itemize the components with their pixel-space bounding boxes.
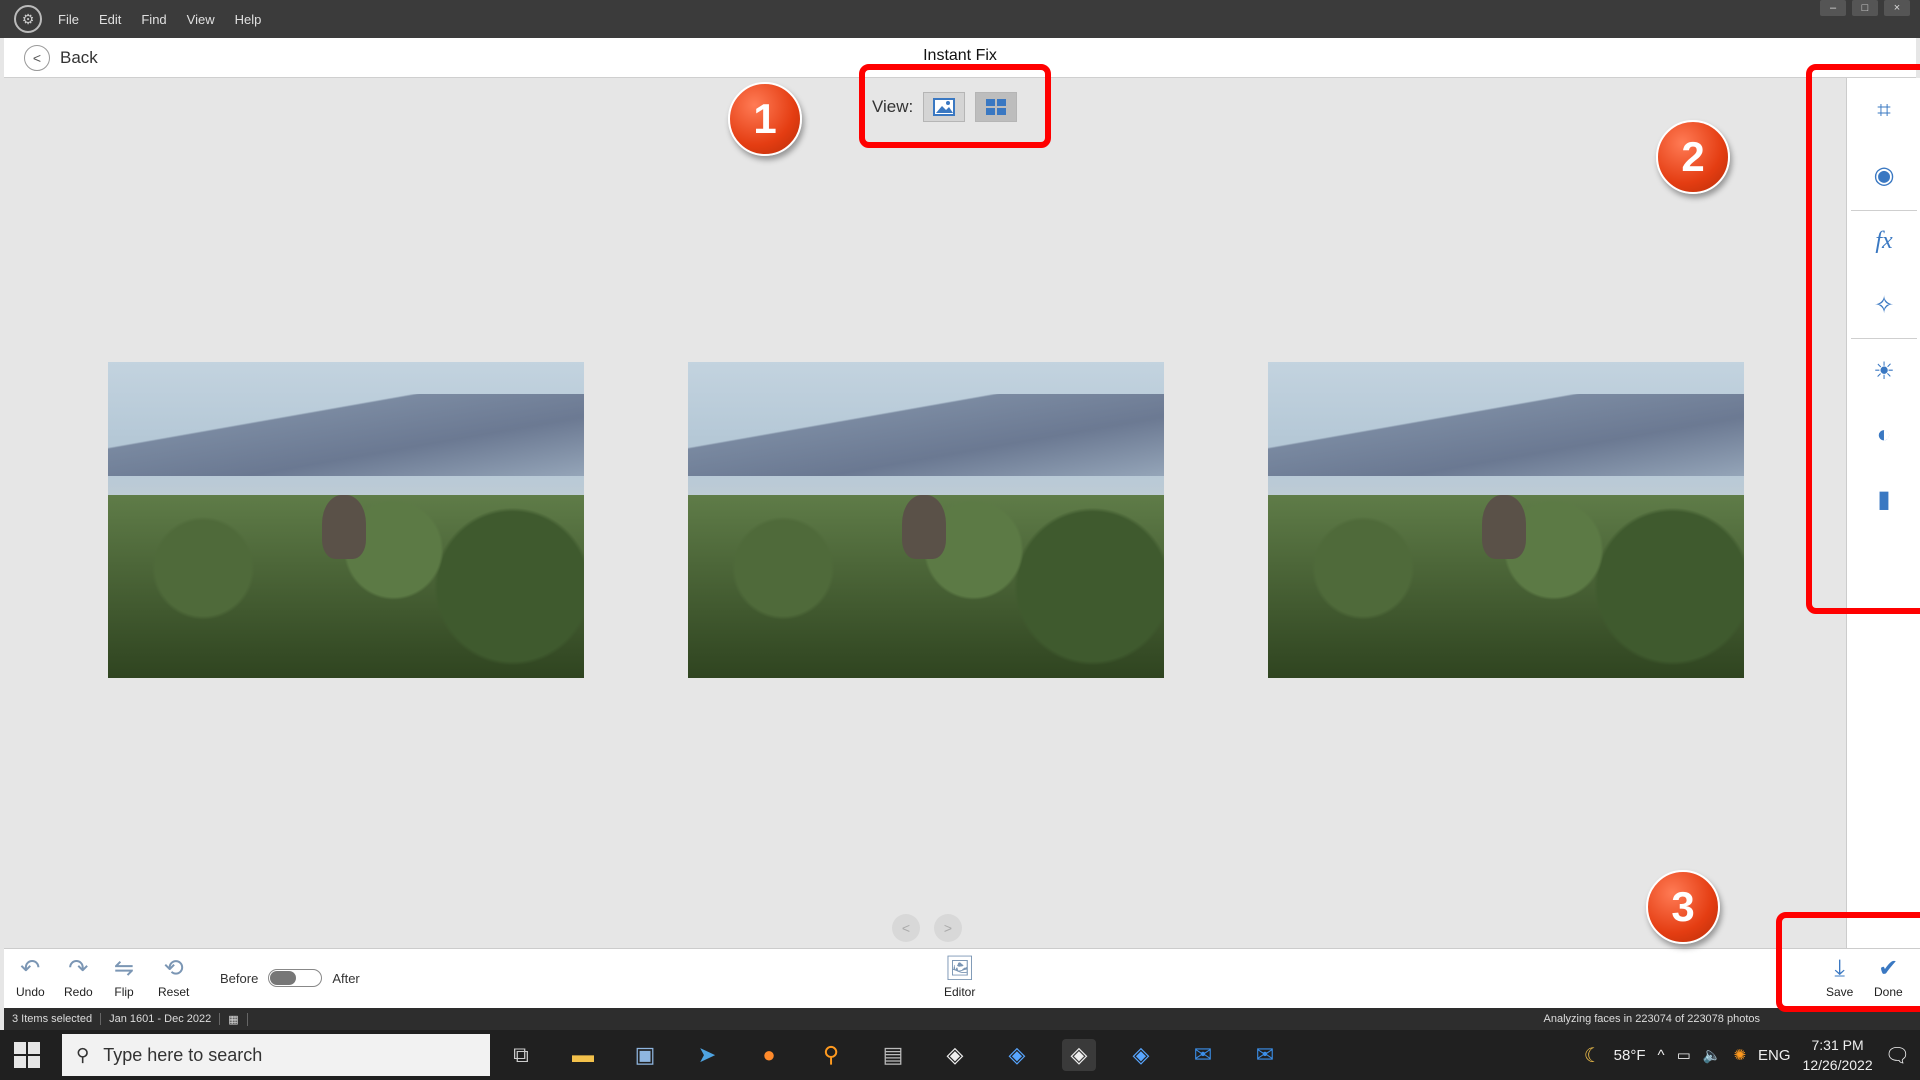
toggle-knob (270, 971, 297, 985)
minimize-button[interactable]: – (1820, 0, 1846, 16)
clock-date: 12/26/2022 (1802, 1057, 1873, 1073)
title-bar: ⚙ File Edit Find View Help – □ × (0, 0, 1920, 38)
photos-app-icon[interactable]: ▣ (628, 1039, 662, 1071)
elements-editor-icon[interactable]: ◈ (1000, 1039, 1034, 1071)
next-page-button[interactable]: > (934, 914, 962, 942)
date-range[interactable]: Jan 1601 - Dec 2022 (101, 1013, 221, 1025)
reset-label: Reset (158, 985, 190, 999)
language-indicator[interactable]: ENG (1758, 1047, 1791, 1064)
reset-icon: ⟲ (163, 955, 184, 982)
system-tray: ☾ 58°F ^ ▭ 🔈 ✺ ENG 7:31 PM 12/26/2022 🗨 (1584, 1030, 1910, 1080)
photo-animal (902, 494, 947, 559)
menu-help[interactable]: Help (235, 12, 262, 27)
photo-1[interactable] (108, 362, 584, 678)
callout-3: 3 (1646, 870, 1720, 944)
flip-icon: ⇋ (114, 955, 135, 982)
sync-icon[interactable]: ✺ (1733, 1046, 1746, 1064)
page-title: Instant Fix (923, 47, 997, 64)
redo-icon: ↷ (68, 955, 89, 982)
mail-icon[interactable]: ✉ (1248, 1039, 1282, 1071)
menu-edit[interactable]: Edit (99, 12, 121, 27)
calendar-icon[interactable]: ▦ (220, 1012, 248, 1026)
redo-label: Redo (64, 985, 93, 999)
pager: < > (892, 914, 962, 942)
windows-start-icon[interactable] (14, 1042, 40, 1068)
window-controls: – □ × (1820, 0, 1910, 16)
app-logo-icon: ⚙ (14, 5, 42, 33)
taskbar-search[interactable]: ⚲ Type here to search (62, 1034, 490, 1076)
bottom-toolbar: ↶ Undo ↷ Redo ⇋ Flip ⟲ Reset Before Afte… (4, 948, 1920, 1008)
firefox-icon[interactable]: ● (752, 1039, 786, 1071)
photo-animal (1482, 494, 1527, 559)
menu-bar: File Edit Find View Help (58, 12, 261, 27)
prev-page-button[interactable]: < (892, 914, 920, 942)
callout-2: 2 (1656, 120, 1730, 194)
close-button[interactable]: × (1884, 0, 1910, 16)
elements-organizer-active-icon[interactable]: ◈ (1062, 1039, 1096, 1071)
volume-icon[interactable]: 🔈 (1703, 1046, 1722, 1064)
maximize-button[interactable]: □ (1852, 0, 1878, 16)
menu-file[interactable]: File (58, 12, 79, 27)
notification-icon[interactable]: 🗨 (1885, 1043, 1910, 1068)
status-bar: 3 Items selected Jan 1601 - Dec 2022 ▦ A… (4, 1008, 1920, 1030)
photo-mountains (108, 393, 584, 489)
chevron-up-icon[interactable]: ^ (1658, 1047, 1665, 1064)
photo-animal (322, 494, 367, 559)
flip-label: Flip (114, 985, 134, 999)
callout-1: 1 (728, 82, 802, 156)
undo-label: Undo (16, 985, 45, 999)
telegram-icon[interactable]: ➤ (690, 1039, 724, 1071)
highlight-box-view (859, 64, 1051, 148)
elements-organizer-icon[interactable]: ◈ (938, 1039, 972, 1071)
weather-temp[interactable]: 58°F (1614, 1047, 1646, 1064)
undo-button[interactable]: ↶ Undo (16, 955, 45, 1000)
network-icon[interactable]: ▭ (1677, 1046, 1691, 1064)
editor-icon: 🖼 (944, 955, 975, 982)
task-view-icon[interactable]: ⧉ (504, 1039, 538, 1071)
undo-icon: ↶ (20, 955, 41, 982)
outlook-icon[interactable]: ✉ (1186, 1039, 1220, 1071)
photo-workspace: View: < > (4, 78, 1846, 948)
photo-2[interactable] (688, 362, 1164, 678)
before-label: Before (220, 970, 259, 986)
windows-taskbar: ⚲ Type here to search ⧉ ▬ ▣ ➤ ● ⚲ ▤ ◈ ◈ … (0, 1030, 1920, 1080)
clock[interactable]: 7:31 PM 12/26/2022 (1803, 1035, 1873, 1075)
search-tool-icon[interactable]: ⚲ (814, 1039, 848, 1071)
face-analysis-status: Analyzing faces in 223074 of 223078 phot… (1543, 1013, 1761, 1025)
editor-label: Editor (944, 985, 976, 999)
after-label: After (332, 970, 360, 986)
photo-3[interactable] (1268, 362, 1744, 678)
editor-button[interactable]: 🖼 Editor (944, 955, 976, 1000)
flip-button[interactable]: ⇋ Flip (114, 955, 135, 1000)
menu-view[interactable]: View (187, 12, 215, 27)
photo-mountains (688, 393, 1164, 489)
highlight-box-save-done (1776, 912, 1920, 1012)
search-icon: ⚲ (76, 1044, 90, 1065)
highlight-box-tools (1806, 64, 1920, 614)
scanner-icon[interactable]: ▤ (876, 1039, 910, 1071)
clock-time: 7:31 PM (1811, 1037, 1864, 1053)
weather-moon-icon: ☾ (1583, 1044, 1602, 1067)
redo-button[interactable]: ↷ Redo (64, 955, 93, 1000)
reset-button[interactable]: ⟲ Reset (158, 955, 190, 1000)
menu-find[interactable]: Find (141, 12, 166, 27)
search-placeholder: Type here to search (103, 1044, 263, 1065)
before-after-toggle-group: Before After (220, 969, 360, 987)
selection-count: 3 Items selected (4, 1013, 102, 1025)
before-after-toggle[interactable] (268, 969, 323, 987)
premiere-elements-icon[interactable]: ◈ (1124, 1039, 1158, 1071)
photo-mountains (1268, 393, 1744, 489)
file-explorer-icon[interactable]: ▬ (566, 1039, 600, 1071)
